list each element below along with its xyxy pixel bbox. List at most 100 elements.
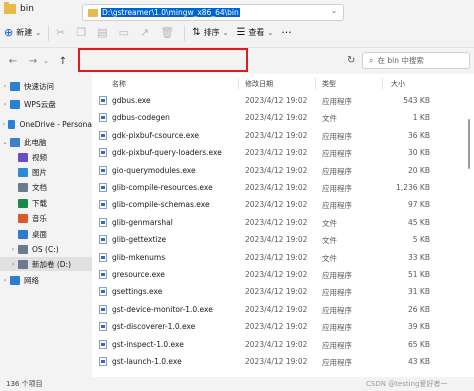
nav-item-label: 新加卷 (D:) <box>32 259 72 269</box>
nav-item[interactable]: 图片 <box>0 165 92 179</box>
file-type: 应用程序 <box>322 305 352 315</box>
nav-item[interactable]: 音乐 <box>0 211 92 225</box>
file-date: 2023/4/12 19:02 <box>245 165 308 175</box>
folder-icon <box>4 2 16 14</box>
nav-item[interactable]: › 网络 <box>0 273 92 287</box>
computer-icon <box>10 137 20 147</box>
file-row[interactable]: gdbus-codegen 2023/4/12 19:02 文件 1 KB <box>92 109 474 126</box>
scrollbar-thumb[interactable] <box>468 119 470 169</box>
file-row[interactable]: glib-compile-resources.exe 2023/4/12 19:0… <box>92 179 474 196</box>
file-row[interactable]: glib-compile-schemas.exe 2023/4/12 19:02 应… <box>92 196 474 213</box>
file-row[interactable]: glib-gettextize 2023/4/12 19:02 文件 5 KB <box>92 231 474 248</box>
file-row[interactable]: gio-querymodules.exe 2023/4/12 19:02 应用程序 2… <box>92 162 474 179</box>
column-size[interactable]: 大小 <box>391 79 405 89</box>
expand-chevron-icon[interactable]: › <box>8 261 18 268</box>
file-name: glib-compile-schemas.exe <box>112 200 210 210</box>
address-bar[interactable]: D:\gstreamer\1.0\mingw_x86_64\bin ⌄ <box>82 4 344 21</box>
nav-item[interactable]: 文档 <box>0 180 92 194</box>
nav-item[interactable]: 下载 <box>0 196 92 210</box>
recent-locations-button[interactable]: ⌄ <box>42 57 50 65</box>
file-name: glib-genmarshal <box>112 217 173 227</box>
view-button[interactable]: ☰ 查看 ⌄ <box>232 22 277 44</box>
expand-chevron-icon[interactable]: › <box>0 121 8 128</box>
chevron-down-icon[interactable]: ⌄ <box>331 7 337 15</box>
cloud-icon <box>10 99 20 109</box>
nav-item[interactable]: › OS (C:) <box>0 242 92 256</box>
share-button[interactable]: ↗ <box>136 22 156 44</box>
column-name[interactable]: 名称 <box>112 79 126 89</box>
cut-button[interactable]: ✂ <box>52 22 72 44</box>
file-size: 39 KB <box>408 322 430 332</box>
trash-icon: 🗑 <box>160 26 175 39</box>
highlight-annotation <box>78 48 248 72</box>
nav-item-label: 音乐 <box>32 213 47 223</box>
file-icon <box>99 252 107 262</box>
search-box[interactable]: ⌕ 在 bin 中搜索 <box>362 52 470 69</box>
cut-icon: ✂ <box>56 26 66 39</box>
refresh-button[interactable]: ↻ <box>347 55 355 66</box>
sort-label: 排序 <box>203 28 220 37</box>
nav-item-label: OneDrive - Persona <box>19 119 92 129</box>
file-type: 应用程序 <box>322 166 352 176</box>
file-row[interactable]: glib-mkenums 2023/4/12 19:02 文件 33 KB <box>92 249 474 266</box>
file-row[interactable]: gst-launch-1.0.exe 2023/4/12 19:02 应用程序 43 … <box>92 353 474 370</box>
file-name: gdbus.exe <box>112 96 151 105</box>
column-divider[interactable] <box>382 78 383 89</box>
file-row[interactable]: gst-device-monitor-1.0.exe 2023/4/12 19:0… <box>92 301 474 318</box>
column-divider[interactable] <box>238 78 239 89</box>
nav-item[interactable]: 视频 <box>0 150 92 164</box>
column-type[interactable]: 类型 <box>322 79 336 89</box>
file-row[interactable]: gdk-pixbuf-csource.exe 2023/4/12 19:02 应用程… <box>92 127 474 144</box>
file-row[interactable]: gst-inspect-1.0.exe 2023/4/12 19:02 应用程序 65… <box>92 336 474 353</box>
column-divider[interactable] <box>315 78 316 89</box>
expand-chevron-icon[interactable]: › <box>0 101 10 108</box>
nav-item[interactable]: › OneDrive - Persona <box>0 117 92 131</box>
back-button[interactable]: ← <box>6 56 20 67</box>
file-date: 2023/4/12 19:02 <box>245 96 308 105</box>
expand-chevron-icon[interactable]: › <box>0 277 10 284</box>
file-row[interactable]: gst-discoverer-1.0.exe 2023/4/12 19:02 应用程… <box>92 318 474 335</box>
file-date: 2023/4/12 19:02 <box>245 270 308 279</box>
share-icon: ↗ <box>140 26 150 39</box>
copy-button[interactable]: ❐ <box>72 22 93 44</box>
expand-chevron-icon[interactable]: › <box>8 246 18 253</box>
address-path[interactable]: D:\gstreamer\1.0\mingw_x86_64\bin <box>101 8 240 17</box>
file-row[interactable]: gdbus.exe 2023/4/12 19:02 应用程序 543 KB <box>92 92 474 109</box>
chevron-down-icon: ⌄ <box>35 28 42 37</box>
paste-button[interactable]: ▤ <box>93 22 114 44</box>
file-name: gsettings.exe <box>112 287 163 297</box>
nav-item[interactable]: › 快速访问 <box>0 79 92 93</box>
new-button[interactable]: ⊕ 新建 ⌄ <box>0 22 45 44</box>
file-type: 应用程序 <box>322 201 352 211</box>
file-date: 2023/4/12 19:02 <box>245 252 308 262</box>
more-button[interactable]: ··· <box>277 22 299 44</box>
rename-button[interactable]: ▭ <box>115 22 136 44</box>
file-list: 名称 修改日期 类型 大小 gdbus.exe 2023/4/12 19:02 应用… <box>92 74 474 377</box>
nav-item-label: 视频 <box>32 152 47 162</box>
expand-chevron-icon[interactable]: ⌄ <box>0 139 10 146</box>
file-row[interactable]: gresource.exe 2023/4/12 19:02 应用程序 51 KB <box>92 266 474 283</box>
file-row[interactable]: gsettings.exe 2023/4/12 19:02 应用程序 31 KB <box>92 283 474 300</box>
forward-button[interactable]: → <box>26 56 40 67</box>
nav-item[interactable]: 桌面 <box>0 227 92 241</box>
nav-item-label: 文档 <box>32 182 47 192</box>
vertical-scrollbar[interactable] <box>466 95 472 369</box>
chevron-down-icon: ⌄ <box>222 28 229 37</box>
up-button[interactable]: ↑ <box>56 56 70 67</box>
sort-button[interactable]: ⇅ 排序 ⌄ <box>188 22 232 44</box>
file-size: 65 KB <box>408 339 430 349</box>
file-name: gresource.exe <box>112 270 165 279</box>
nav-item[interactable]: › 新加卷 (D:) <box>0 257 92 271</box>
expand-chevron-icon[interactable]: › <box>0 83 10 90</box>
file-type: 应用程序 <box>322 131 352 141</box>
file-row[interactable]: glib-genmarshal 2023/4/12 19:02 文件 45 KB <box>92 214 474 231</box>
file-icon <box>99 357 107 366</box>
file-row[interactable]: gdk-pixbuf-query-loaders.exe 2023/4/12 19… <box>92 144 474 161</box>
nav-item-label: OS (C:) <box>32 244 59 254</box>
nav-item[interactable]: ⌄ 此电脑 <box>0 135 92 149</box>
nav-item[interactable]: › WPS云盘 <box>0 97 92 111</box>
file-size: 33 KB <box>408 252 430 262</box>
desktop-icon <box>18 229 28 239</box>
delete-button[interactable]: 🗑 <box>156 22 181 44</box>
column-date[interactable]: 修改日期 <box>245 79 273 89</box>
